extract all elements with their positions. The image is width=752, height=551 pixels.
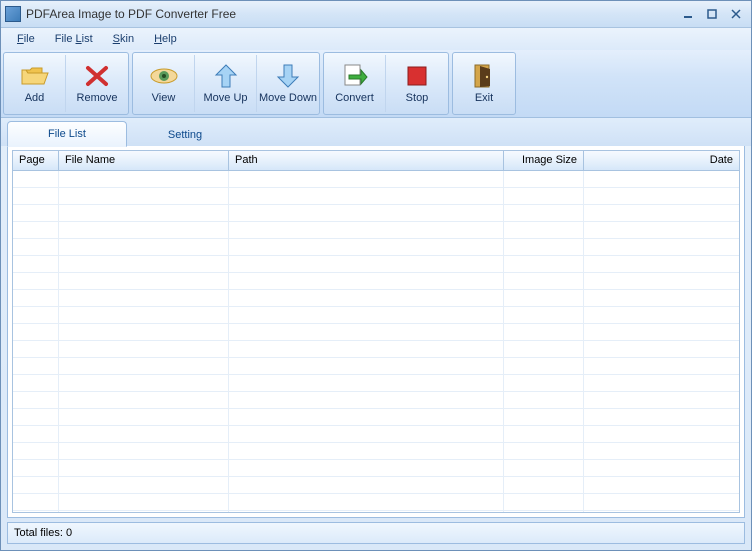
app-icon	[5, 6, 21, 22]
convert-button[interactable]: Convert	[324, 55, 386, 112]
col-imagesize[interactable]: Image Size	[504, 151, 584, 170]
movedown-button[interactable]: Move Down	[257, 55, 319, 112]
table-row[interactable]	[13, 307, 739, 324]
table-header: Page File Name Path Image Size Date	[13, 151, 739, 171]
table-row[interactable]	[13, 171, 739, 188]
toolbar-group-2: View Move Up Move Down	[132, 52, 320, 115]
stop-button[interactable]: Stop	[386, 55, 448, 112]
maximize-icon	[707, 9, 717, 19]
view-button[interactable]: View	[133, 55, 195, 112]
table-row[interactable]	[13, 511, 739, 512]
tabbar: File List Setting	[1, 118, 751, 146]
toolbar-group-1: Add Remove	[3, 52, 129, 115]
table-row[interactable]	[13, 290, 739, 307]
table-body[interactable]	[13, 171, 739, 512]
statusbar: Total files: 0	[7, 522, 745, 544]
exit-button[interactable]: Exit	[453, 55, 515, 112]
remove-button[interactable]: Remove	[66, 55, 128, 112]
table-row[interactable]	[13, 392, 739, 409]
table-row[interactable]	[13, 409, 739, 426]
delete-x-icon	[82, 63, 112, 89]
table-row[interactable]	[13, 494, 739, 511]
table-row[interactable]	[13, 256, 739, 273]
table-row[interactable]	[13, 324, 739, 341]
add-button[interactable]: Add	[4, 55, 66, 112]
close-button[interactable]	[725, 5, 747, 23]
minimize-button[interactable]	[677, 5, 699, 23]
moveup-button[interactable]: Move Up	[195, 55, 257, 112]
minimize-icon	[683, 9, 693, 19]
remove-label: Remove	[77, 92, 118, 104]
col-filename[interactable]: File Name	[59, 151, 229, 170]
toolbar-group-4: Exit	[452, 52, 516, 115]
table-row[interactable]	[13, 375, 739, 392]
convert-label: Convert	[335, 92, 374, 104]
menu-file[interactable]: File	[9, 31, 43, 47]
toolbar-group-3: Convert Stop	[323, 52, 449, 115]
tab-setting[interactable]: Setting	[127, 122, 243, 147]
col-path[interactable]: Path	[229, 151, 504, 170]
titlebar: PDFArea Image to PDF Converter Free	[1, 1, 751, 28]
menu-filelist[interactable]: File List	[47, 31, 101, 47]
table-row[interactable]	[13, 222, 739, 239]
exit-label: Exit	[475, 92, 493, 104]
table-row[interactable]	[13, 426, 739, 443]
table-row[interactable]	[13, 477, 739, 494]
table-row[interactable]	[13, 358, 739, 375]
maximize-button[interactable]	[701, 5, 723, 23]
file-table: Page File Name Path Image Size Date	[12, 150, 740, 513]
table-row[interactable]	[13, 443, 739, 460]
table-row[interactable]	[13, 273, 739, 290]
table-row[interactable]	[13, 205, 739, 222]
table-row[interactable]	[13, 188, 739, 205]
col-date[interactable]: Date	[584, 151, 739, 170]
table-row[interactable]	[13, 460, 739, 477]
folder-open-icon	[20, 63, 50, 89]
view-label: View	[152, 92, 176, 104]
menubar: File File List Skin Help	[1, 28, 751, 50]
status-total: Total files: 0	[14, 527, 72, 539]
moveup-label: Move Up	[203, 92, 247, 104]
stop-label: Stop	[406, 92, 429, 104]
toolbar: Add Remove View Move Up	[1, 50, 751, 118]
table-row[interactable]	[13, 341, 739, 358]
window-title: PDFArea Image to PDF Converter Free	[26, 7, 677, 21]
content-area: Page File Name Path Image Size Date	[7, 146, 745, 518]
tab-filelist[interactable]: File List	[7, 121, 127, 147]
app-window: PDFArea Image to PDF Converter Free File…	[0, 0, 752, 551]
menu-skin[interactable]: Skin	[105, 31, 142, 47]
arrow-up-icon	[211, 63, 241, 89]
convert-icon	[340, 63, 370, 89]
menu-help[interactable]: Help	[146, 31, 185, 47]
eye-icon	[149, 63, 179, 89]
close-icon	[731, 9, 741, 19]
add-label: Add	[25, 92, 45, 104]
window-controls	[677, 5, 747, 23]
table-row[interactable]	[13, 239, 739, 256]
exit-door-icon	[469, 63, 499, 89]
arrow-down-icon	[273, 63, 303, 89]
movedown-label: Move Down	[259, 92, 317, 104]
col-page[interactable]: Page	[13, 151, 59, 170]
stop-icon	[402, 63, 432, 89]
